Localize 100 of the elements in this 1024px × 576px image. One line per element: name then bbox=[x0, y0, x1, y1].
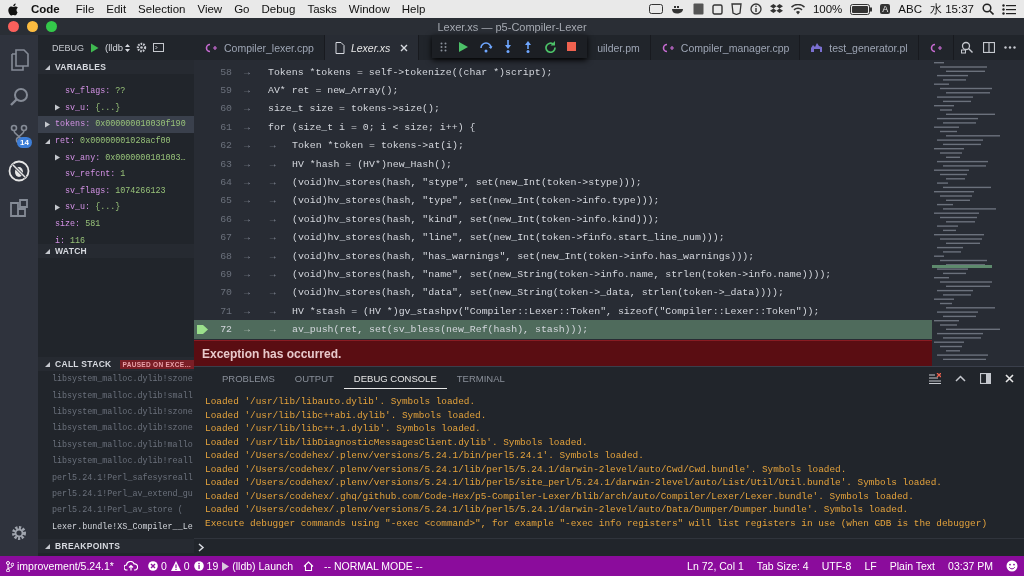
cloud-upload-icon[interactable] bbox=[123, 561, 138, 571]
menu-item[interactable]: Go bbox=[228, 3, 256, 15]
variable-name[interactable]: sv_any: bbox=[65, 152, 101, 163]
close-icon[interactable] bbox=[1005, 374, 1014, 383]
configuration-select[interactable]: (lldb bbox=[105, 42, 130, 53]
status-item[interactable]: UTF-8 bbox=[821, 560, 852, 572]
variable-name[interactable]: sv_flags: bbox=[65, 86, 111, 97]
wifi-icon[interactable] bbox=[790, 3, 805, 15]
variable-name[interactable]: sv_flags: bbox=[65, 185, 111, 196]
input-source[interactable]: ABC bbox=[898, 3, 922, 15]
cpp-file-icon bbox=[660, 42, 675, 53]
status-item[interactable]: Tab Size: 4 bbox=[756, 560, 809, 572]
variable-name[interactable]: tokens: bbox=[55, 119, 91, 130]
variable-name[interactable]: sv_refcnt: bbox=[65, 169, 116, 180]
line-number: 67 bbox=[219, 232, 232, 244]
section-title[interactable]: CALL STACK bbox=[55, 359, 112, 369]
editor-tab[interactable]: Lexer.xs bbox=[324, 35, 420, 60]
extensions-icon[interactable] bbox=[9, 197, 29, 218]
variable-name[interactable]: sv_u: bbox=[65, 102, 91, 113]
problems-count[interactable]: 0 bbox=[147, 560, 167, 572]
selected-row[interactable]: tokens: 0x000000010030f190 bbox=[38, 116, 194, 133]
app-menu[interactable]: Code bbox=[19, 3, 70, 15]
step-over-icon[interactable] bbox=[479, 40, 493, 53]
menu-item[interactable]: Edit bbox=[100, 3, 133, 15]
variable-name[interactable]: sv_u: bbox=[65, 202, 91, 213]
battery-icon[interactable] bbox=[850, 3, 873, 15]
apple-icon[interactable] bbox=[8, 2, 19, 16]
info-icon[interactable] bbox=[749, 3, 762, 15]
launch-status[interactable]: (lldb) Launch bbox=[222, 560, 293, 572]
close-button[interactable] bbox=[8, 21, 19, 32]
expanded-arrow-icon[interactable] bbox=[44, 137, 51, 145]
info-count[interactable]: 19 bbox=[193, 560, 219, 572]
start-debugging-icon[interactable] bbox=[90, 42, 99, 53]
menu-item[interactable]: Help bbox=[395, 3, 432, 15]
status-item[interactable]: Ln 72, Col 1 bbox=[687, 560, 744, 572]
menu-clock[interactable]: 水 15:37 bbox=[930, 1, 974, 17]
shield-icon[interactable] bbox=[730, 3, 742, 15]
expanded-arrow-icon[interactable] bbox=[44, 63, 51, 71]
menu-item[interactable]: File bbox=[69, 3, 101, 15]
settings-icon[interactable] bbox=[135, 42, 147, 53]
variable-name[interactable]: size: bbox=[55, 219, 81, 230]
status-item[interactable]: LF bbox=[864, 560, 877, 572]
editor-tab[interactable]: Compiler_lexer.cpp bbox=[194, 35, 325, 60]
editor-tab[interactable]: Compiler_manager.cpp bbox=[650, 35, 801, 60]
editor-tab[interactable]: uilder.pm bbox=[591, 35, 651, 60]
zoom-button[interactable] bbox=[46, 21, 57, 32]
close-icon[interactable] bbox=[400, 43, 409, 52]
editor-tab[interactable]: test_generator.pl bbox=[800, 35, 919, 60]
stop-icon[interactable] bbox=[566, 41, 577, 52]
home-icon[interactable] bbox=[302, 561, 314, 571]
restart-icon[interactable] bbox=[543, 40, 556, 53]
panel-tab[interactable]: TERMINAL bbox=[446, 369, 515, 388]
list-icon[interactable] bbox=[1002, 3, 1016, 15]
step-out-icon[interactable] bbox=[523, 40, 533, 53]
panel-tab[interactable]: DEBUG CONSOLE bbox=[343, 368, 447, 389]
open-changes-icon[interactable] bbox=[961, 41, 974, 54]
branch-icon[interactable] bbox=[6, 560, 14, 572]
drag-handle-icon[interactable] bbox=[440, 41, 447, 52]
message-icon[interactable] bbox=[648, 4, 663, 14]
chevron-up-icon[interactable] bbox=[955, 375, 966, 382]
panel-tab[interactable]: PROBLEMS bbox=[212, 369, 285, 388]
minimize-button[interactable] bbox=[27, 21, 38, 32]
continue-icon[interactable] bbox=[457, 40, 469, 53]
branch-status[interactable]: improvement/5.24.1* bbox=[6, 560, 114, 572]
expanded-arrow-icon[interactable] bbox=[44, 360, 51, 368]
menu-item[interactable]: Debug bbox=[255, 3, 302, 15]
no-bug-icon[interactable] bbox=[8, 159, 30, 182]
panel-tab[interactable]: OUTPUT bbox=[284, 369, 344, 388]
files-icon[interactable] bbox=[9, 48, 29, 71]
input-source-badge[interactable]: A bbox=[880, 4, 891, 14]
variable-name[interactable]: ret: bbox=[55, 136, 76, 147]
expanded-arrow-icon[interactable] bbox=[44, 542, 51, 550]
menu-item[interactable]: Window bbox=[342, 3, 396, 15]
code-line: (void)hv_stores(hash, "type", set(new_Int(token->info.type))); bbox=[292, 195, 660, 207]
collapsed-arrow-icon[interactable] bbox=[54, 154, 61, 162]
square-icon[interactable] bbox=[711, 3, 723, 15]
collapsed-arrow-icon[interactable] bbox=[44, 121, 51, 128]
status-item[interactable]: Plain Text bbox=[889, 560, 936, 572]
menu-item[interactable]: Tasks bbox=[301, 3, 343, 15]
panel-layout-icon[interactable] bbox=[980, 373, 991, 384]
more-icon[interactable] bbox=[1004, 46, 1016, 49]
split-editor-icon[interactable] bbox=[983, 42, 995, 53]
menu-item[interactable]: View bbox=[191, 3, 229, 15]
clear-console-icon[interactable] bbox=[929, 373, 941, 384]
console-icon[interactable] bbox=[152, 43, 164, 52]
stack-frame[interactable]: Lexer.bundle!XS_Compiler__Le bbox=[52, 521, 193, 532]
box-icon[interactable] bbox=[769, 3, 783, 15]
search-icon[interactable] bbox=[982, 3, 994, 15]
expanded-arrow-icon[interactable] bbox=[44, 247, 51, 255]
warnings-count[interactable]: 0 bbox=[170, 560, 190, 572]
menu-item[interactable]: Selection bbox=[132, 3, 192, 15]
feedback-smiley-icon[interactable] bbox=[1006, 560, 1018, 572]
variable-name[interactable]: i: bbox=[55, 235, 66, 246]
status-item[interactable]: 03:37 PM bbox=[948, 560, 993, 572]
collapsed-arrow-icon[interactable] bbox=[54, 104, 61, 112]
step-into-icon[interactable] bbox=[503, 40, 513, 53]
section-title[interactable]: WATCH bbox=[55, 246, 88, 256]
settings-icon[interactable] bbox=[10, 524, 28, 542]
collapsed-arrow-icon[interactable] bbox=[54, 203, 61, 211]
prompt-icon[interactable] bbox=[198, 543, 205, 552]
